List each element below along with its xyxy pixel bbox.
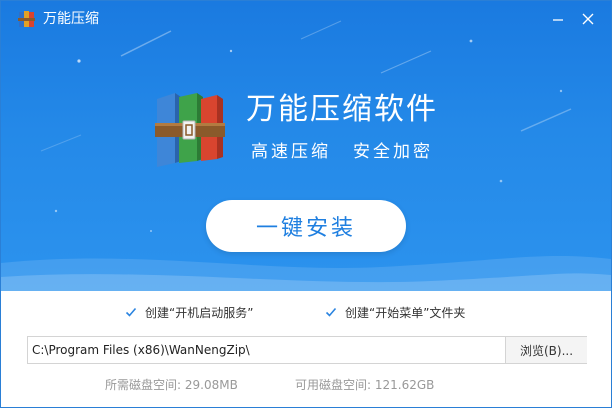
sparkle-5 xyxy=(499,179,503,183)
checkmark-icon xyxy=(125,307,137,317)
start-menu-label: 创建“开始菜单”文件夹 xyxy=(345,305,466,320)
available-space: 可用磁盘空间: 121.62GB xyxy=(295,376,434,393)
browse-button[interactable]: 浏览(B)... xyxy=(505,337,587,363)
minimize-icon xyxy=(553,19,563,21)
required-space: 所需磁盘空间: 29.08MB xyxy=(105,376,238,393)
product-name: 万能压缩软件 xyxy=(246,92,438,127)
window-title: 万能压缩 xyxy=(43,11,99,27)
sparkle-2 xyxy=(229,49,233,53)
sparkle-1 xyxy=(77,59,81,63)
streak-5 xyxy=(40,134,82,152)
start-menu-checkbox[interactable] xyxy=(325,306,337,318)
minimize-button[interactable] xyxy=(547,9,569,29)
streak-3 xyxy=(380,50,432,74)
close-icon xyxy=(582,13,594,25)
checkmark-icon xyxy=(325,307,337,317)
autostart-label: 创建“开机启动服务” xyxy=(145,305,254,320)
autostart-checkbox[interactable] xyxy=(125,306,137,318)
install-path-input[interactable] xyxy=(28,337,504,363)
slogan-security: 安全加密 xyxy=(353,142,433,162)
required-space-label: 所需磁盘空间: xyxy=(105,378,182,392)
sparkle-6 xyxy=(54,209,58,213)
streak-4 xyxy=(520,108,572,132)
required-space-value: 29.08MB xyxy=(184,378,238,392)
sparkle-3 xyxy=(469,39,473,43)
close-button[interactable] xyxy=(577,9,599,29)
slogan: 高速压缩 安全加密 xyxy=(251,142,433,162)
install-path-row: 浏览(B)... xyxy=(27,336,587,364)
autostart-service-option[interactable]: 创建“开机启动服务” xyxy=(125,304,253,320)
available-space-label: 可用磁盘空间: xyxy=(295,378,372,392)
slogan-speed: 高速压缩 xyxy=(251,142,331,162)
installer-window: 万能压缩 万能压缩软件 高速压缩 安全加密 一键安装 创建“开机启动服务” 创建… xyxy=(0,0,612,408)
sparkle-4 xyxy=(559,89,563,93)
sparkle-7 xyxy=(150,230,152,232)
hero-banner: 万能压缩 万能压缩软件 高速压缩 安全加密 一键安装 xyxy=(1,1,611,291)
available-space-value: 121.62GB xyxy=(374,378,435,392)
title-bar: 万能压缩 xyxy=(1,1,611,37)
one-click-install-button[interactable]: 一键安装 xyxy=(206,200,406,252)
app-logo-icon xyxy=(18,11,35,27)
start-menu-option[interactable]: 创建“开始菜单”文件夹 xyxy=(325,304,465,320)
archive-books-icon xyxy=(155,93,225,167)
